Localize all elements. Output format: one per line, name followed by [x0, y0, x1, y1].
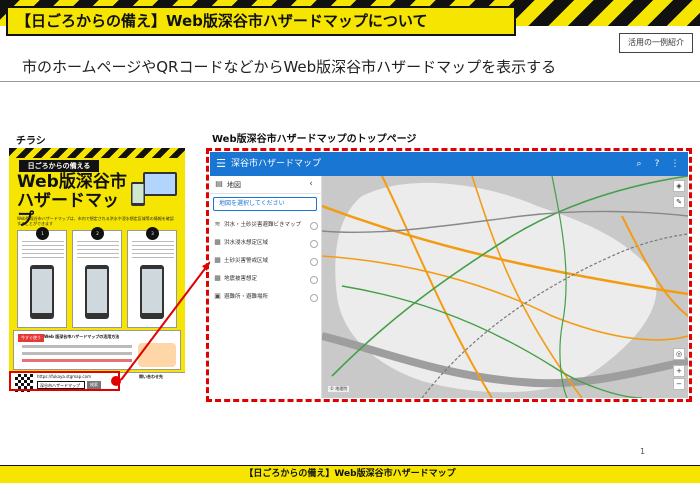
- footer-banner: 【日ごろからの備え】Web版深谷市ハザードマップ: [0, 465, 700, 483]
- flood-icon: ≋: [214, 220, 221, 228]
- map-credit: © 地理院: [328, 386, 350, 392]
- zoom-out-icon[interactable]: −: [673, 378, 685, 390]
- layer-toggle[interactable]: [310, 276, 318, 284]
- layer-panel: ▤ 地図 ‹ 地図を選択してください ≋ 洪水・土砂災害避難ビきマップ ▦ 洪水…: [210, 176, 322, 398]
- zoom-in-icon[interactable]: +: [673, 365, 685, 377]
- layer-toggle[interactable]: [310, 222, 318, 230]
- inundation-icon: ▦: [214, 238, 221, 246]
- layer-item-earthquake[interactable]: ▦ 地震被害想定: [210, 270, 322, 288]
- flyer-howto-box: 今すぐ使う Web 版深谷市ハザードマップの活用方法: [13, 330, 181, 370]
- layer-item-landslide[interactable]: ▦ 土砂災害警戒区域: [210, 252, 322, 270]
- help-icon[interactable]: ?: [651, 158, 663, 170]
- layer-toggle[interactable]: [310, 294, 318, 302]
- panel-label: 地図: [227, 181, 241, 189]
- app-title: 深谷市ハザードマップ: [231, 159, 322, 169]
- step-badge: 2: [91, 227, 104, 240]
- flyer-contact: 問い合わせ先: [139, 374, 163, 379]
- menu-icon[interactable]: ☰: [215, 157, 227, 171]
- howto-label: 今すぐ使う: [18, 334, 44, 342]
- flyer-body-text: Web版深谷市ハザードマップは、市内で想定される洪水や浸水想定区域等の情報を確認…: [17, 216, 174, 226]
- shelter-icon: ▣: [214, 292, 221, 300]
- map-select-input[interactable]: 地図を選択してください: [213, 197, 317, 211]
- search-icon[interactable]: ⌕: [633, 158, 645, 170]
- more-vert-icon[interactable]: ⋮: [669, 158, 681, 170]
- landslide-icon: ▦: [214, 256, 221, 264]
- layer-toggle[interactable]: [310, 240, 318, 248]
- flyer-heading: チラシ: [16, 136, 46, 147]
- locate-icon[interactable]: ◎: [673, 348, 685, 360]
- devices-illustration-icon: [131, 172, 177, 206]
- panel-header: ▤ 地図 ‹: [210, 176, 322, 194]
- step-badge: 3: [146, 227, 159, 240]
- hazard-map-app: ☰ 深谷市ハザードマップ ⌕ ? ⋮ ▤ 地図 ‹ 地図を選択してください ≋ …: [210, 152, 688, 398]
- layer-item-shelter[interactable]: ▣ 避難所・避難場所: [210, 288, 322, 306]
- collapse-icon[interactable]: ‹: [306, 179, 316, 189]
- flyer-step-2: 2: [72, 227, 122, 328]
- divider: [0, 81, 700, 82]
- slide-title: 【日ごろからの備え】Web版深谷市ハザードマップについて: [6, 6, 516, 36]
- layer-item-evacuation[interactable]: ≋ 洪水・土砂災害避難ビきマップ: [210, 216, 322, 234]
- flyer-step-3: 3: [127, 227, 177, 328]
- phone-icon: [85, 265, 109, 319]
- phone-icon: [30, 265, 54, 319]
- layer-toggle[interactable]: [310, 258, 318, 266]
- highlight-dot: [111, 376, 121, 386]
- page-number: 1: [640, 447, 646, 456]
- earthquake-icon: ▦: [214, 274, 221, 282]
- flyer-step-1: 1: [17, 227, 67, 328]
- map-base: [322, 176, 688, 398]
- flyer-tag: 日ごろからの備える: [19, 160, 99, 172]
- flyer-search-highlight: [9, 371, 120, 391]
- flyer-stripe: [9, 148, 185, 158]
- map-heading: Web版深谷市ハザードマップのトップページ: [212, 134, 417, 145]
- app-bar: ☰ 深谷市ハザードマップ ⌕ ? ⋮: [210, 152, 688, 176]
- flyer-title-line1: Web版深谷市: [17, 172, 127, 192]
- howto-title: Web 版深谷市ハザードマップの活用方法: [44, 334, 120, 339]
- slide-subtitle: 市のホームページやQRコードなどからWeb版深谷市ハザードマップを表示する: [22, 58, 557, 76]
- step-badge: 1: [36, 227, 49, 240]
- phone-icon: [140, 265, 164, 319]
- layer-item-inundation[interactable]: ▦ 洪水浸水想定区域: [210, 234, 322, 252]
- draw-icon[interactable]: ✎: [673, 196, 685, 208]
- layers-icon[interactable]: ◈: [673, 180, 685, 192]
- family-illustration-icon: [138, 343, 176, 367]
- flyer-image: 日ごろからの備える Web版深谷市 ハザードマップ Web版深谷市ハザードマップ…: [9, 148, 185, 396]
- map-icon: ▤: [215, 179, 223, 188]
- usage-example-tag: 活用の一例紹介: [619, 33, 693, 53]
- map-canvas[interactable]: ◈ ✎ ◎ + − © 地理院: [322, 176, 688, 398]
